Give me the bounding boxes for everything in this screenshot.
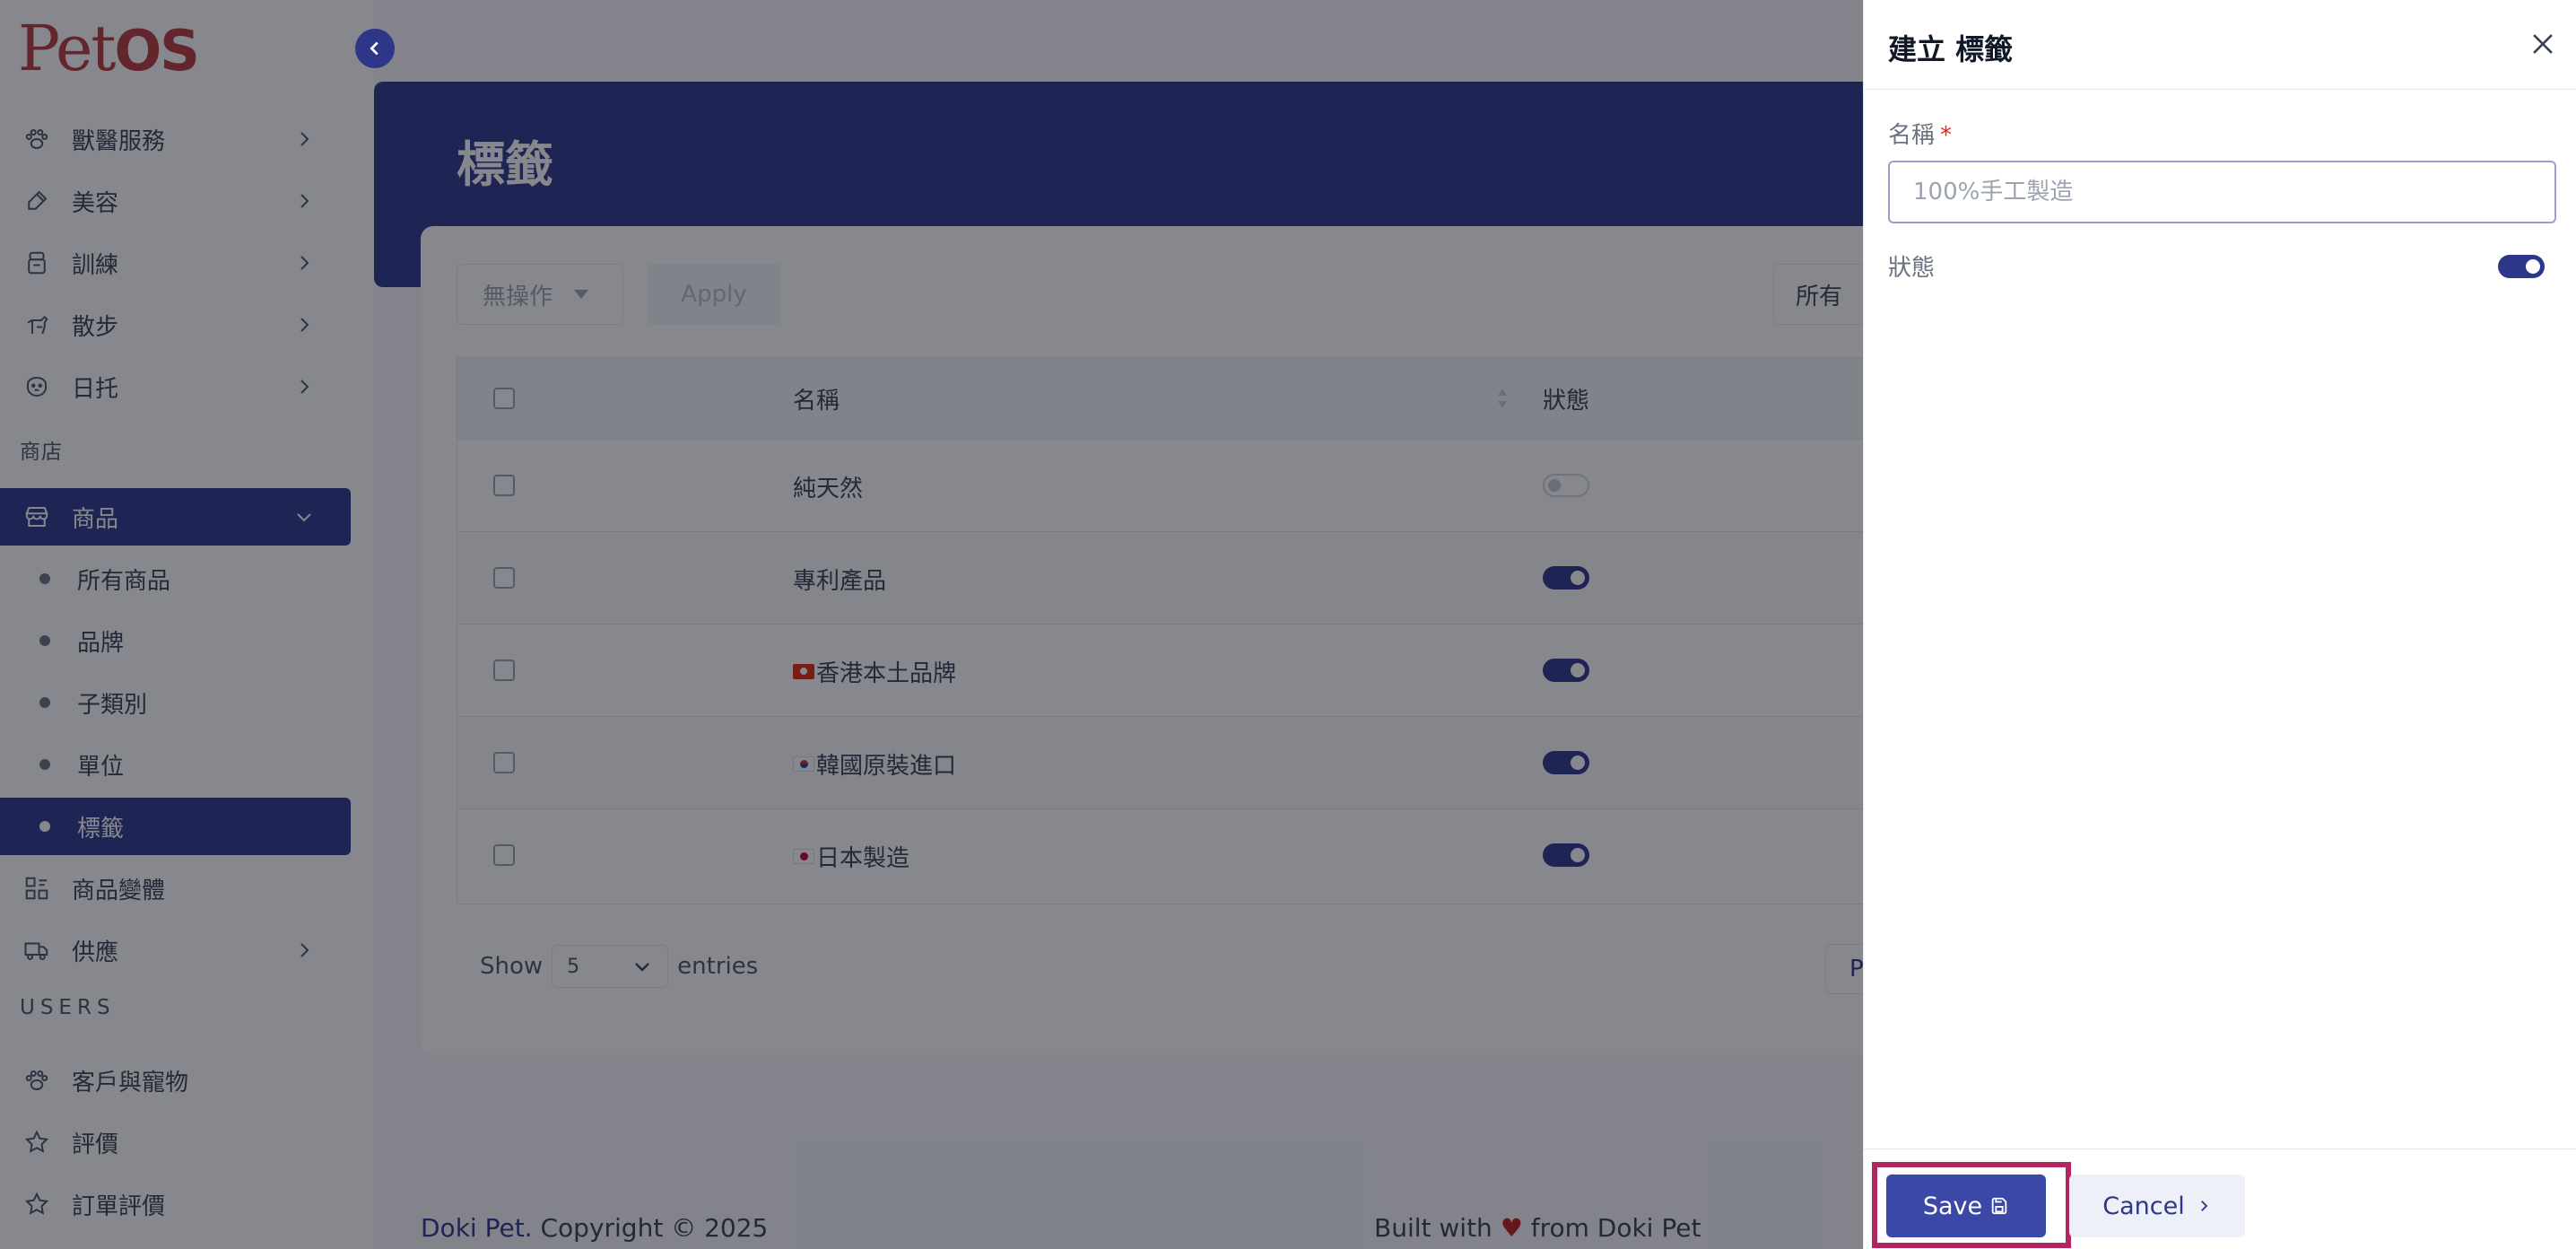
create-tag-drawer: 建立 標籤 名稱* 狀態 Save Cancel: [1863, 0, 2576, 1249]
name-field-label: 名稱 *: [1888, 122, 1953, 149]
sidebar-collapse-button[interactable]: [355, 29, 395, 68]
drawer-header: 建立 標籤: [1864, 0, 2576, 90]
close-icon[interactable]: [2528, 29, 2558, 59]
required-mark: *: [1940, 122, 1953, 149]
status-field-label: 狀態: [1888, 255, 1936, 282]
chevron-left-icon: [370, 41, 379, 56]
cancel-button[interactable]: Cancel: [2069, 1175, 2245, 1237]
chevron-right-icon: [2200, 1201, 2208, 1211]
status-toggle-switch[interactable]: [2498, 255, 2545, 278]
drawer-footer: Save Cancel: [1864, 1149, 2576, 1249]
drawer-title: 建立 標籤: [1888, 32, 2014, 66]
floppy-disk-icon: [1991, 1197, 2007, 1215]
modal-backdrop[interactable]: [0, 0, 1863, 1249]
tag-name-input[interactable]: [1888, 161, 2556, 223]
save-button[interactable]: Save: [1886, 1175, 2046, 1237]
